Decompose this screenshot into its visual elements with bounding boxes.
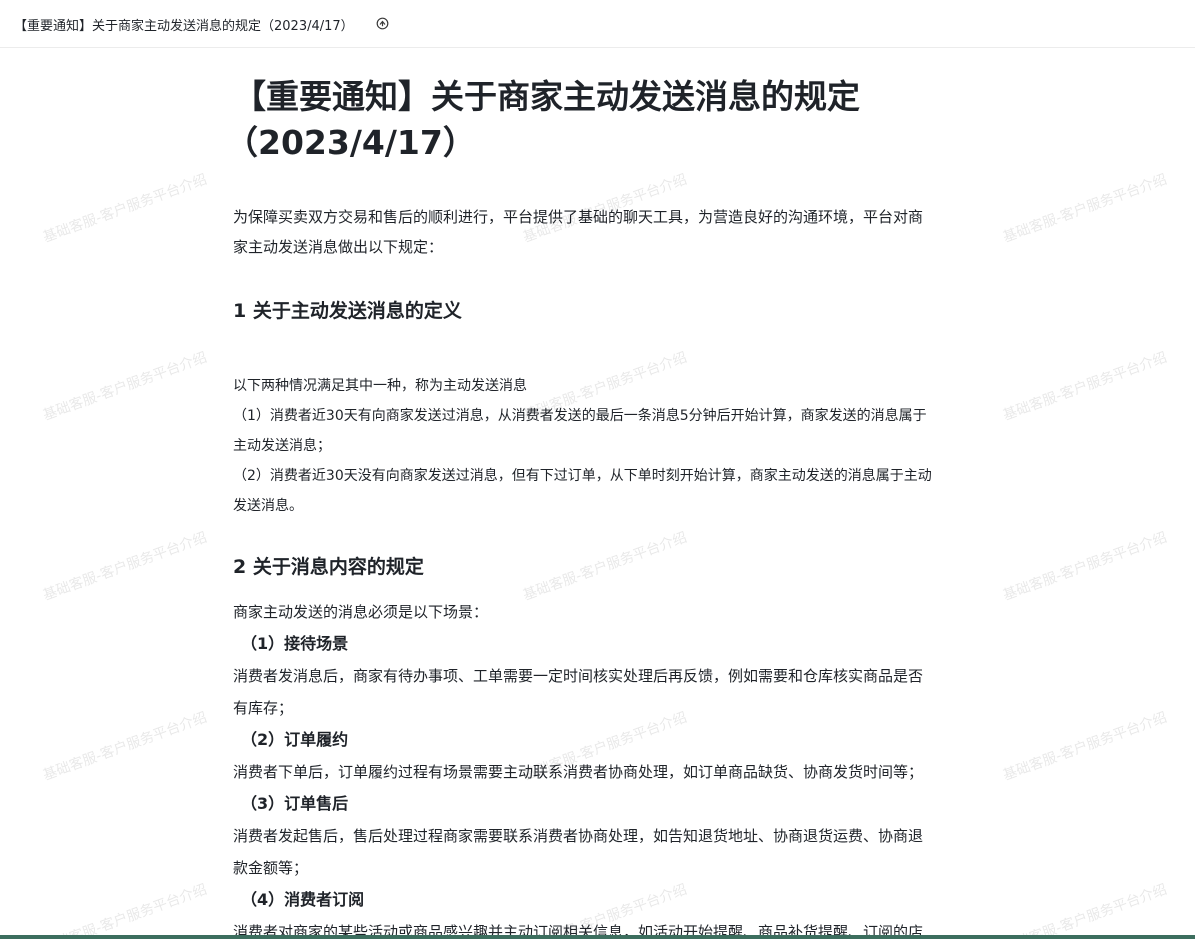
scenario-3-heading: （3）订单售后 [241,794,349,813]
scenario-3-line-1: 消费者发起售后，售后处理过程商家需要联系消费者协商处理，如告知退货地址、协商退货… [233,827,924,845]
section-1-item-1-line-2: 主动发送消息； [233,438,331,454]
top-bar: 【重要通知】关于商家主动发送消息的规定（2023/4/17） [0,0,1195,48]
watermark: 基础客服-客户服务平台介绍 [521,529,690,604]
title-line-2: （2023/4/17） [225,123,476,162]
scenario-3-line-2: 款金额等； [233,859,309,877]
watermark: 基础客服-客户服务平台介绍 [41,881,210,939]
scenario-2-heading: （2）订单履约 [241,730,349,749]
section-1-item-2-line-1: （2）消费者近30天没有向商家发送过消息，但有下过订单，从下单时刻开始计算，商家… [233,468,932,484]
scenario-4-heading: （4）消费者订阅 [241,890,365,909]
tab-title: 【重要通知】关于商家主动发送消息的规定（2023/4/17） [14,19,354,34]
intro-line-1: 为保障买卖双方交易和售后的顺利进行，平台提供了基础的聊天工具，为营造良好的沟通环… [233,208,924,226]
section-2-intro: 商家主动发送的消息必须是以下场景： [233,603,489,621]
scenario-1-line-1: 消费者发消息后，商家有待办事项、工单需要一定时间核实处理后再反馈，例如需要和仓库… [233,667,924,685]
watermark: 基础客服-客户服务平台介绍 [1001,529,1170,604]
watermark: 基础客服-客户服务平台介绍 [1001,349,1170,424]
watermark: 基础客服-客户服务平台介绍 [1001,881,1170,939]
page-title: 【重要通知】关于商家主动发送消息的规定 （2023/4/17） [225,74,993,166]
section-2-heading: 2 关于消息内容的规定 [233,556,424,578]
section-1-item-1-line-1: （1）消费者近30天有向商家发送过消息，从消费者发送的最后一条消息5分钟后开始计… [233,408,927,424]
watermark: 基础客服-客户服务平台介绍 [1001,709,1170,784]
title-line-1: 【重要通知】关于商家主动发送消息的规定 [233,77,860,116]
bottom-bar [0,935,1195,939]
scenario-1-line-2: 有库存； [233,699,294,717]
watermark: 基础客服-客户服务平台介绍 [41,171,210,246]
share-icon[interactable] [376,15,389,30]
watermark: 基础客服-客户服务平台介绍 [1001,171,1170,246]
watermark: 基础客服-客户服务平台介绍 [41,709,210,784]
scenario-1-heading: （1）接待场景 [241,634,349,653]
watermark: 基础客服-客户服务平台介绍 [41,529,210,604]
section-1-item-2-line-2: 发送消息。 [233,498,303,514]
intro-line-2: 家主动发送消息做出以下规定： [233,238,444,256]
section-1-paragraph-1: 以下两种情况满足其中一种，称为主动发送消息 [233,378,527,394]
document-page: 基础客服-客户服务平台介绍 基础客服-客户服务平台介绍 基础客服-客户服务平台介… [0,48,1195,939]
section-1-heading: 1 关于主动发送消息的定义 [233,300,462,322]
scenario-2-line-1: 消费者下单后，订单履约过程有场景需要主动联系消费者协商处理，如订单商品缺货、协商… [233,763,924,781]
watermark: 基础客服-客户服务平台介绍 [41,349,210,424]
